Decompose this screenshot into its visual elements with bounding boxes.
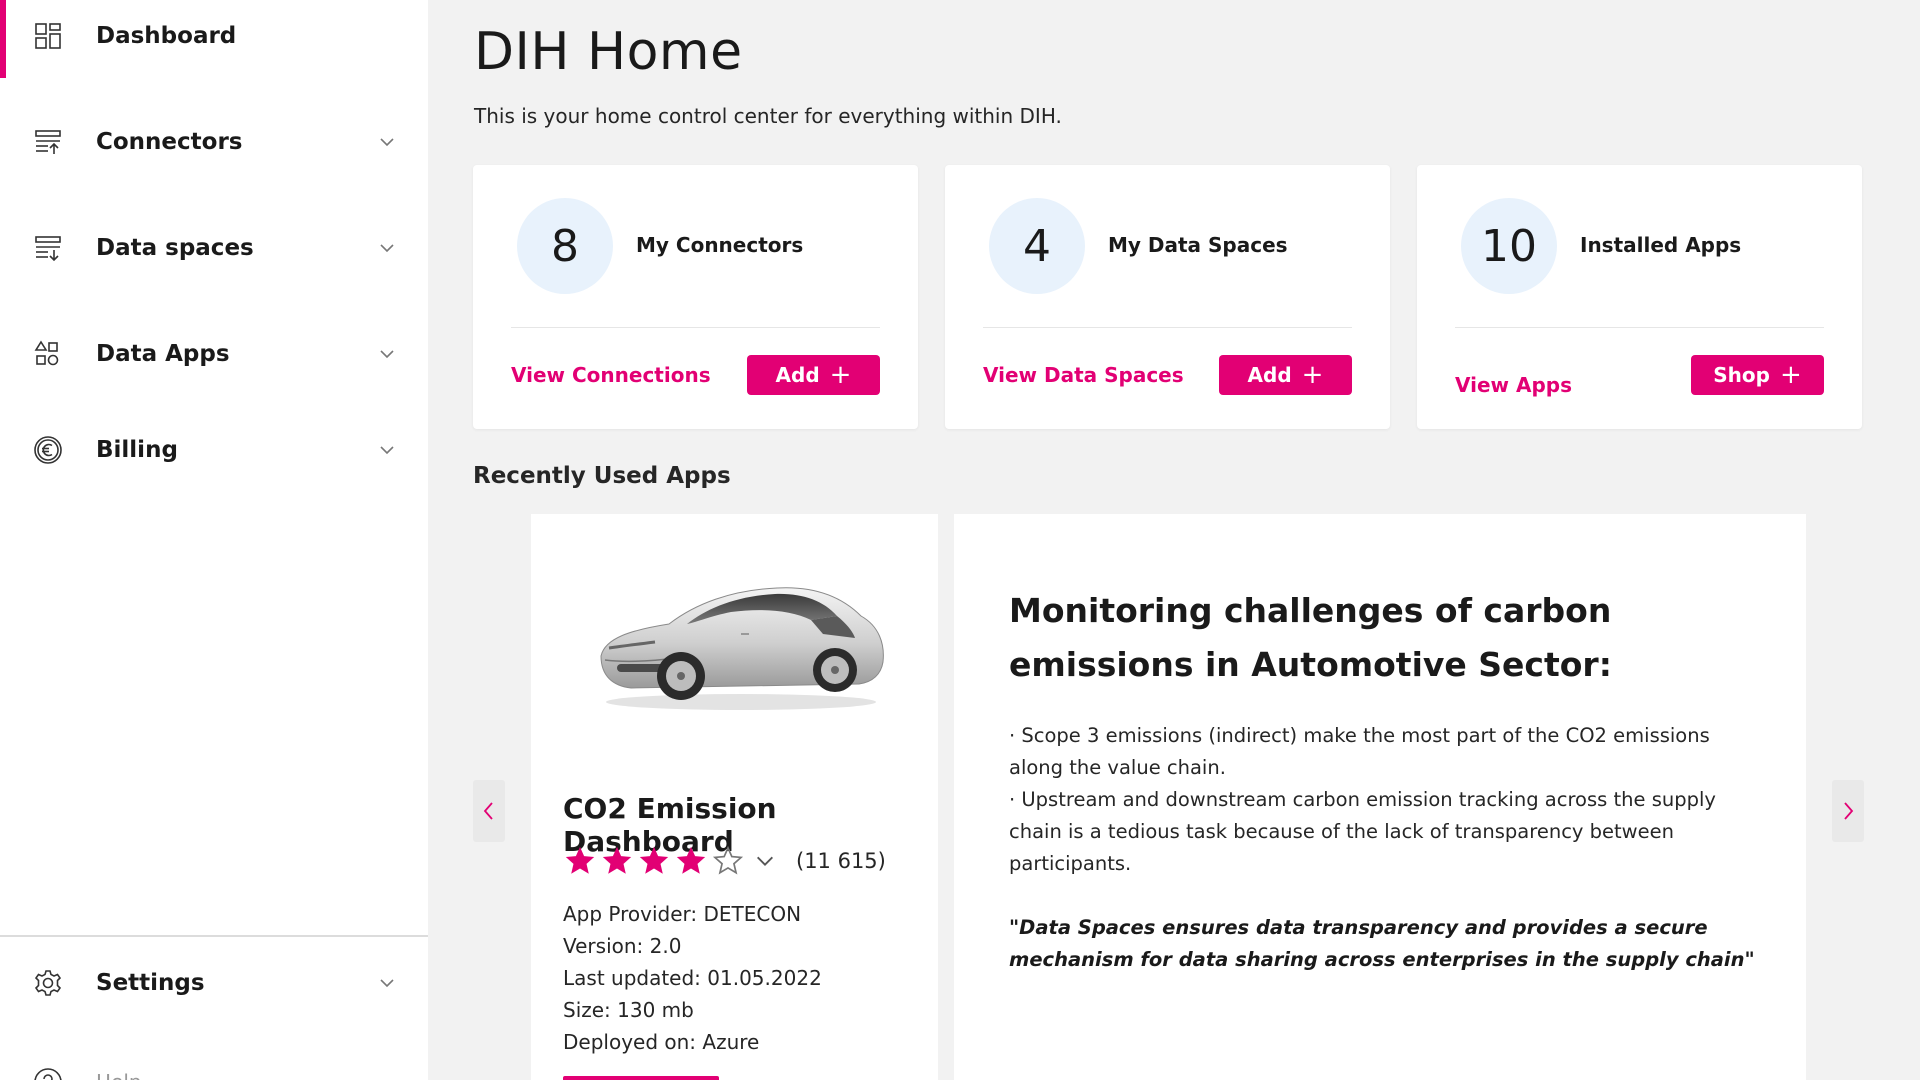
plus-icon: +: [1301, 360, 1324, 390]
shop-button[interactable]: Shop +: [1691, 355, 1824, 395]
car-image: [600, 587, 884, 710]
card-divider: [511, 327, 880, 328]
button-label: Add: [775, 363, 820, 387]
active-indicator: [0, 0, 6, 78]
stat-card-connectors: 8 My Connectors View Connections Add +: [473, 165, 918, 429]
recently-used-apps-heading: Recently Used Apps: [473, 463, 731, 489]
description-body: · Scope 3 emissions (indirect) make the …: [1009, 720, 1769, 880]
description-bullet: · Scope 3 emissions (indirect) make the …: [1009, 724, 1710, 779]
app-deployed-on: Deployed on: Azure: [563, 1030, 760, 1054]
chevron-down-icon[interactable]: [376, 343, 398, 365]
carousel-prev-button[interactable]: [473, 780, 505, 842]
sidebar-item-billing[interactable]: Billing: [0, 408, 428, 492]
dashboard-icon: [32, 20, 64, 52]
button-label: Shop: [1713, 363, 1770, 387]
open-app-button[interactable]: [563, 1076, 719, 1080]
stat-count: 4: [989, 198, 1085, 294]
stat-label: My Connectors: [636, 233, 804, 257]
description-card: Monitoring challenges of carbon emission…: [954, 514, 1806, 1080]
sidebar-item-label: Dashboard: [96, 23, 237, 49]
chevron-down-icon[interactable]: [376, 237, 398, 259]
sidebar-item-data-spaces[interactable]: Data spaces: [0, 206, 428, 290]
star-filled-icon: [639, 846, 669, 874]
sidebar-item-settings[interactable]: Settings: [0, 941, 428, 1025]
gear-icon: [32, 967, 64, 999]
star-empty-icon: [712, 845, 744, 875]
stat-label: Installed Apps: [1580, 233, 1742, 257]
add-connector-button[interactable]: Add +: [747, 355, 880, 395]
view-data-spaces-link[interactable]: View Data Spaces: [983, 363, 1184, 387]
stat-count: 8: [517, 198, 613, 294]
stat-card-installed-apps: 10 Installed Apps View Apps Shop +: [1417, 165, 1862, 429]
chevron-down-icon[interactable]: [376, 439, 398, 461]
connectors-icon: [32, 126, 64, 158]
sidebar-divider: [0, 935, 428, 937]
rating-count: (11 615): [796, 849, 886, 873]
add-data-space-button[interactable]: Add +: [1219, 355, 1352, 395]
carousel-next-button[interactable]: [1832, 780, 1864, 842]
sidebar-item-label: Help: [96, 1070, 142, 1080]
page-subtitle: This is your home control center for eve…: [474, 104, 1062, 128]
app-version: Version: 2.0: [563, 934, 682, 958]
button-label: Add: [1247, 363, 1292, 387]
chevron-down-icon[interactable]: [376, 131, 398, 153]
star-filled-icon: [602, 846, 632, 874]
app-meta: App Provider: DETECON Version: 2.0 Last …: [563, 898, 822, 1058]
stat-card-data-spaces: 4 My Data Spaces View Data Spaces Add +: [945, 165, 1390, 429]
stat-label: My Data Spaces: [1108, 233, 1288, 257]
card-divider: [1455, 327, 1824, 328]
description-quote: "Data Spaces ensures data transparency a…: [1009, 916, 1755, 971]
sidebar-item-label: Settings: [96, 970, 205, 996]
description-bullet: · Upstream and downstream carbon emissio…: [1009, 788, 1716, 875]
chevron-down-icon[interactable]: [754, 850, 776, 872]
stat-count: 10: [1461, 198, 1557, 294]
app-card[interactable]: CO2 Emission Dashboard (11 615) App Prov…: [531, 514, 938, 1080]
app-provider: App Provider: DETECON: [563, 902, 802, 926]
sidebar-item-label: Connectors: [96, 129, 243, 155]
rating-row: (11 615): [563, 844, 886, 878]
plus-icon: +: [829, 360, 852, 390]
help-icon: [32, 1066, 64, 1080]
data-apps-icon: [32, 338, 64, 370]
sidebar-item-data-apps[interactable]: Data Apps: [0, 312, 428, 396]
data-spaces-icon: [32, 232, 64, 264]
chevron-down-icon[interactable]: [376, 972, 398, 994]
sidebar: Dashboard Connectors Data spaces Data Ap…: [0, 0, 428, 1080]
sidebar-item-dashboard[interactable]: Dashboard: [0, 0, 428, 78]
sidebar-item-connectors[interactable]: Connectors: [0, 100, 428, 184]
view-apps-link[interactable]: View Apps: [1455, 373, 1572, 397]
sidebar-item-label: Billing: [96, 437, 178, 463]
sidebar-item-help[interactable]: Help: [0, 1040, 428, 1080]
euro-icon: [32, 434, 64, 466]
star-filled-icon: [565, 846, 595, 874]
chevron-right-icon: [1844, 802, 1854, 820]
sidebar-item-label: Data spaces: [96, 235, 254, 261]
app-last-updated: Last updated: 01.05.2022: [563, 966, 822, 990]
page-title: DIH Home: [474, 22, 743, 82]
card-divider: [983, 327, 1352, 328]
sidebar-item-label: Data Apps: [96, 341, 230, 367]
star-filled-icon: [676, 846, 706, 874]
plus-icon: +: [1779, 360, 1802, 390]
view-connections-link[interactable]: View Connections: [511, 363, 711, 387]
app-size: Size: 130 mb: [563, 998, 694, 1022]
chevron-left-icon: [483, 802, 493, 820]
description-title: Monitoring challenges of carbon emission…: [1009, 591, 1612, 684]
